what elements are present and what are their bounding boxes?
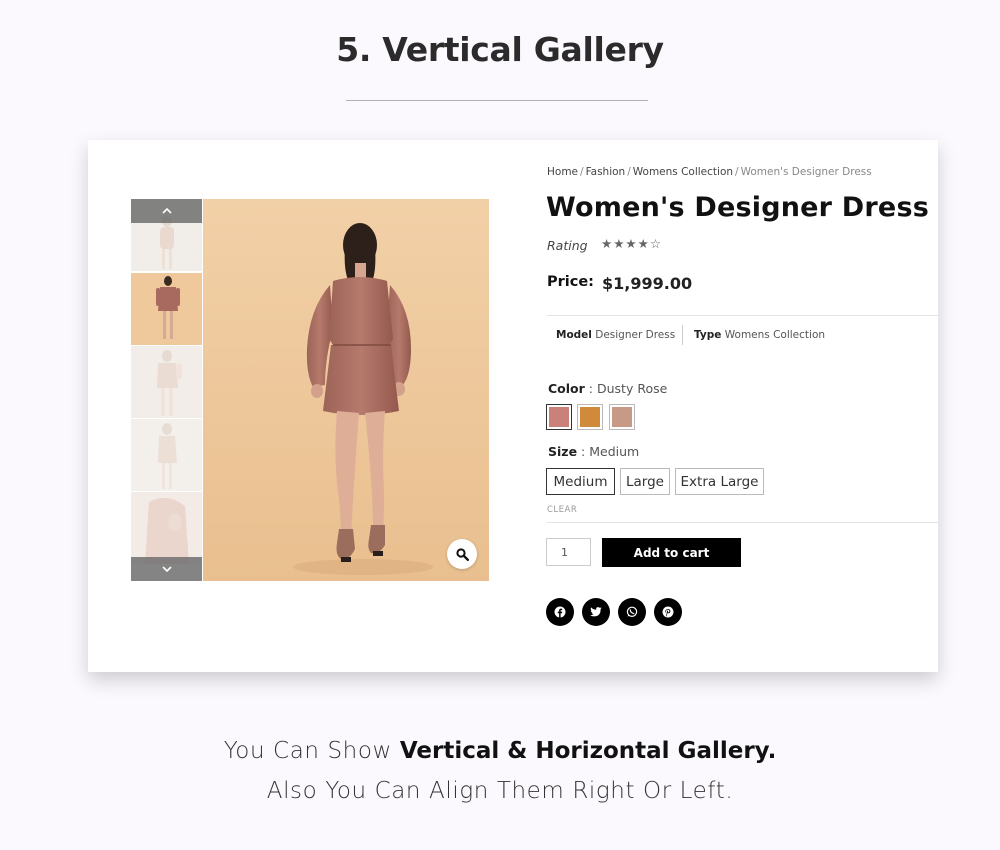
breadcrumb-womens-collection[interactable]: Womens Collection (633, 166, 733, 178)
color-attribute: Color : Dusty Rose (548, 381, 667, 396)
size-label: Size (548, 444, 578, 459)
size-option-medium[interactable]: Medium (546, 468, 615, 495)
color-separator: : (584, 381, 597, 396)
chevron-down-icon[interactable] (131, 557, 202, 581)
swatch-fill (612, 407, 632, 427)
size-option-large[interactable]: Large (620, 468, 670, 495)
caption-line-1: You Can Show Vertical & Horizontal Galle… (0, 738, 1000, 764)
magnifier-icon[interactable] (447, 539, 477, 569)
meta-divider (682, 325, 683, 345)
size-attribute: Size : Medium (548, 444, 639, 459)
breadcrumb-fashion[interactable]: Fashion (586, 166, 626, 178)
meta-type: Type Womens Collection (694, 329, 825, 341)
rating-label: Rating (547, 238, 588, 253)
breadcrumb-separator: / (580, 166, 584, 178)
clear-selection-link[interactable]: CLEAR (547, 505, 577, 515)
breadcrumb-home[interactable]: Home (547, 166, 578, 178)
breadcrumb: Home / Fashion / Womens Collection / Women's D… (547, 166, 872, 178)
caption-bold: Vertical & Horizontal Gallery. (399, 738, 777, 764)
color-swatch-dusty-rose[interactable] (546, 404, 572, 430)
swatch-fill (549, 407, 569, 427)
twitter-icon[interactable] (582, 598, 610, 626)
color-label: Color (548, 381, 585, 396)
caption-line-2: Also You Can Align Them Right Or Left. (266, 778, 734, 804)
thumbnail-2-selected[interactable] (131, 273, 202, 345)
size-selected: Medium (589, 444, 640, 459)
color-selected: Dusty Rose (596, 381, 668, 396)
star-rating: ★★★★☆ (601, 236, 663, 251)
product-card: Home / Fashion / Womens Collection / Women's D… (88, 140, 938, 672)
divider (547, 522, 938, 523)
meta-model-label: Model (556, 329, 592, 341)
size-option-extra-large[interactable]: Extra Large (675, 468, 764, 495)
swatch-fill (580, 407, 600, 427)
product-title: Women's Designer Dress (546, 192, 929, 223)
whatsapp-icon[interactable] (618, 598, 646, 626)
caption-plain: You Can Show (223, 738, 400, 764)
main-product-image[interactable] (203, 199, 489, 581)
meta-type-label: Type (694, 329, 722, 341)
price-value: $1,999.00 (602, 274, 693, 293)
quantity-input[interactable] (546, 538, 591, 566)
pinterest-icon[interactable] (654, 598, 682, 626)
thumbnail-4[interactable] (131, 419, 202, 491)
title-divider (346, 100, 648, 101)
color-swatch-2[interactable] (577, 404, 603, 430)
thumbnail-5[interactable] (131, 492, 202, 564)
divider (547, 315, 938, 316)
add-to-cart-button[interactable]: Add to cart (602, 538, 741, 567)
page-title: 5. Vertical Gallery (336, 30, 664, 69)
thumbnail-strip[interactable] (131, 199, 202, 581)
facebook-icon[interactable] (546, 598, 574, 626)
breadcrumb-current: Women's Designer Dress (740, 166, 872, 178)
thumbnail-3[interactable] (131, 346, 202, 418)
meta-model-value: Designer Dress (595, 329, 676, 341)
breadcrumb-separator: / (627, 166, 631, 178)
size-separator: : (577, 444, 590, 459)
breadcrumb-separator: / (735, 166, 739, 178)
price-label: Price: (547, 274, 594, 290)
meta-type-value: Womens Collection (724, 329, 826, 341)
color-swatch-3[interactable] (609, 404, 635, 430)
meta-model: Model Designer Dress (556, 329, 675, 341)
chevron-up-icon[interactable] (131, 199, 202, 223)
